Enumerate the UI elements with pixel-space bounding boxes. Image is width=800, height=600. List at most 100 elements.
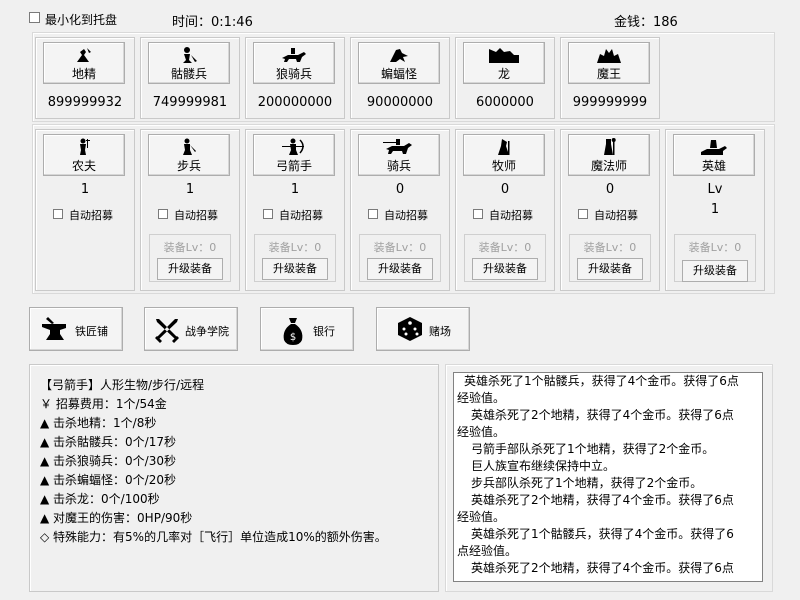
enemy-button-demon-king[interactable]: 魔王 (568, 42, 650, 84)
unit-panel-hero: 英雄 Lv 1 装备Lv：0 升级装备 (665, 129, 765, 291)
unit-count: 1 (80, 182, 90, 197)
minimize-tray-label: 最小化到托盘 (45, 13, 118, 27)
unit-name: 牧师 (491, 159, 516, 173)
enemy-name: 狼骑兵 (275, 67, 312, 81)
enemy-button-goblin[interactable]: 地精 (43, 42, 125, 84)
upgrade-equipment-button[interactable]: 升级装备 (157, 258, 223, 280)
unit-panel-farmer: 农夫 1 自动招募 (35, 129, 135, 291)
svg-text:$: $ (290, 332, 296, 343)
battle-log[interactable]: 英雄杀死了1个骷髅兵，获得了4个金币。获得了6点 经验值。 英雄杀死了2个地精，… (453, 372, 763, 582)
auto-recruit-checkbox[interactable] (578, 209, 588, 219)
unit-count: 1 (185, 182, 195, 197)
auto-recruit-label: 自动招募 (69, 209, 113, 222)
crossed-swords-icon (155, 319, 179, 343)
auto-recruit-label: 自动招募 (174, 209, 218, 222)
upgrade-equipment-button[interactable]: 升级装备 (577, 258, 643, 280)
upgrade-equipment-button[interactable]: 升级装备 (682, 260, 748, 282)
enemy-panel-dragon: 龙 6000000 (455, 37, 555, 119)
log-line: 经验值。 (457, 510, 506, 524)
unit-button-cavalry[interactable]: 骑兵 (358, 134, 440, 176)
enemy-panel-demon-king: 魔王 999999999 (560, 37, 660, 119)
upgrade-equipment-button[interactable]: 升级装备 (472, 258, 538, 280)
enemy-button-dragon[interactable]: 龙 (463, 42, 545, 84)
anvil-icon (42, 317, 66, 340)
blacksmith-button[interactable]: 铁匠铺 (29, 307, 123, 351)
enemy-name: 骷髅兵 (170, 67, 207, 81)
equipment-level: 装备Lv：0 (583, 241, 637, 254)
farmer-icon (80, 138, 90, 155)
wolf-rider-icon (282, 48, 306, 62)
minimize-tray-checkbox[interactable] (29, 12, 40, 23)
enemy-panel-skeleton: 骷髅兵 749999981 (140, 37, 240, 119)
enemy-count: 999999999 (572, 95, 648, 110)
log-line: 英雄杀死了1个骷髅兵，获得了4个金币。获得了6点 (464, 374, 739, 388)
unit-count: 0 (500, 182, 510, 197)
bank-button[interactable]: $ 银行 (260, 307, 354, 351)
unit-name: 步兵 (176, 159, 201, 173)
unit-name: 农夫 (71, 159, 96, 173)
unit-button-farmer[interactable]: 农夫 (43, 134, 125, 176)
unit-button-archer[interactable]: 弓箭手 (253, 134, 335, 176)
info-line: 【弓箭手】人形生物/步行/远程 (40, 378, 205, 392)
skeleton-icon (183, 47, 197, 63)
unit-button-mage[interactable]: 魔法师 (568, 134, 650, 176)
unit-count: 0 (395, 182, 405, 197)
archer-icon (282, 138, 304, 155)
bat-icon (390, 49, 408, 62)
dragon-icon (489, 48, 519, 63)
auto-recruit-checkbox[interactable] (53, 209, 63, 219)
upgrade-equipment-button[interactable]: 升级装备 (262, 258, 328, 280)
auto-recruit-checkbox[interactable] (473, 209, 483, 219)
upgrade-equipment-button[interactable]: 升级装备 (367, 258, 433, 280)
war-academy-button[interactable]: 战争学院 (144, 307, 238, 351)
log-line: 弓箭手部队杀死了1个地精，获得了2个金币。 (471, 442, 715, 456)
money-bag-icon: $ (283, 318, 303, 345)
equipment-level: 装备Lv：0 (163, 241, 217, 254)
log-line: 英雄杀死了2个地精，获得了4个金币。获得了6点 (471, 493, 734, 507)
auto-recruit-checkbox[interactable] (368, 209, 378, 219)
unit-info-panel: 【弓箭手】人形生物/步行/远程 ￥ 招募费用：1个/54金 ▲ 击杀地精：1个/… (29, 364, 439, 592)
auto-recruit-label: 自动招募 (489, 209, 533, 222)
enemy-count: 200000000 (257, 95, 333, 110)
log-line: 点经验值。 (457, 544, 518, 558)
log-line: 经验值。 (457, 425, 506, 439)
enemy-count: 6000000 (476, 95, 534, 110)
enemy-button-wolf-rider[interactable]: 狼骑兵 (253, 42, 335, 84)
unit-name: 魔法师 (590, 159, 627, 173)
log-line: 巨人族宣布继续保持中立。 (471, 459, 616, 473)
enemy-button-skeleton[interactable]: 骷髅兵 (148, 42, 230, 84)
unit-panel-infantry: 步兵 1 自动招募 装备Lv：0 升级装备 (140, 129, 240, 291)
info-line: ▲ 击杀蝙蝠怪：0个/20秒 (40, 473, 176, 487)
log-line: 英雄杀死了2个地精，获得了4个金币。获得了6点 (471, 408, 734, 422)
casino-label: 赌场 (429, 325, 451, 338)
money-display: 金钱：186 (614, 15, 678, 30)
time-display: 时间：0:1:46 (172, 15, 253, 30)
goblin-icon (77, 48, 91, 62)
info-line: ￥ 招募费用：1个/54金 (40, 397, 167, 411)
unit-button-priest[interactable]: 牧师 (463, 134, 545, 176)
info-line: ▲ 击杀龙：0个/100秒 (40, 492, 160, 506)
casino-button[interactable]: 赌场 (376, 307, 470, 351)
unit-count: 1 (290, 182, 300, 197)
enemy-count: 749999981 (152, 95, 228, 110)
unit-count: 0 (605, 182, 615, 197)
unit-panel-cavalry: 骑兵 0 自动招募 装备Lv：0 升级装备 (350, 129, 450, 291)
auto-recruit-checkbox[interactable] (158, 209, 168, 219)
info-line: ▲ 击杀狼骑兵：0个/30秒 (40, 454, 176, 468)
unit-button-hero[interactable]: 英雄 (673, 134, 755, 176)
equipment-level: 装备Lv：0 (373, 241, 427, 254)
hero-lv-label: Lv (707, 182, 723, 197)
unit-button-infantry[interactable]: 步兵 (148, 134, 230, 176)
cavalry-icon (383, 139, 412, 154)
equipment-level: 装备Lv：0 (478, 241, 532, 254)
enemy-panel-goblin: 地精 899999932 (35, 37, 135, 119)
demon-king-icon (597, 49, 621, 63)
enemy-count: 90000000 (366, 95, 434, 110)
enemy-button-bat[interactable]: 蝙蝠怪 (358, 42, 440, 84)
equipment-level: 装备Lv：0 (268, 241, 322, 254)
info-line: ◇ 特殊能力：有5%的几率对［飞行］单位造成10%的额外伤害。 (40, 530, 387, 544)
hero-name: 英雄 (701, 159, 726, 173)
auto-recruit-checkbox[interactable] (263, 209, 273, 219)
log-line: 英雄杀死了2个地精，获得了4个金币。获得了6点 (471, 561, 734, 575)
log-line: 步兵部队杀死了1个地精，获得了2个金币。 (471, 476, 703, 490)
